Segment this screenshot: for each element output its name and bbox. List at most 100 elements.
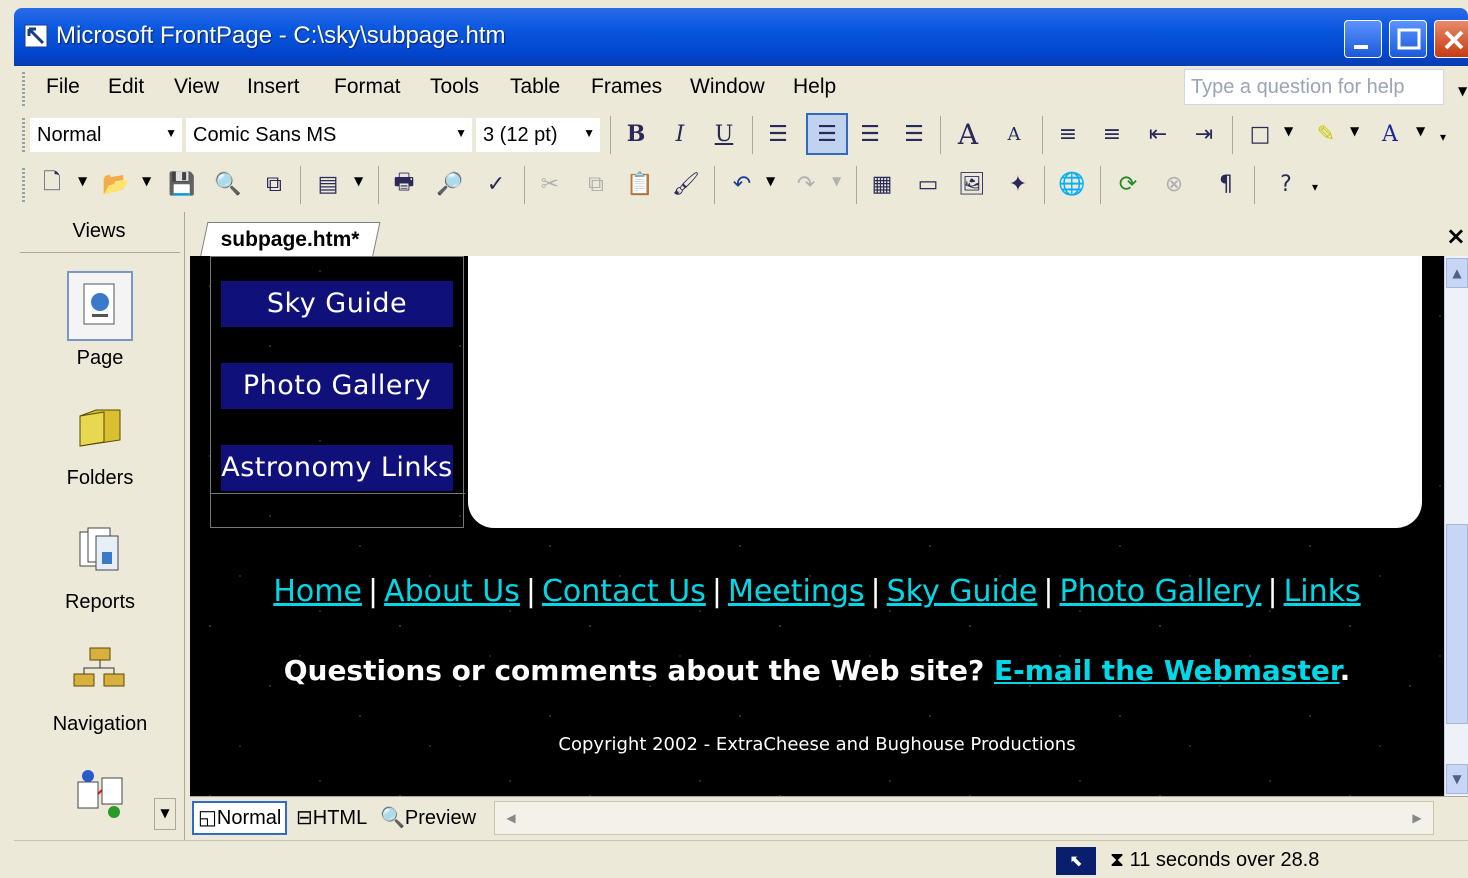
scroll-thumb[interactable] — [1446, 524, 1468, 724]
paste-icon[interactable]: 📋 — [624, 168, 656, 200]
publish-icon[interactable]: ⧉ — [258, 168, 290, 200]
menu-frames[interactable]: Frames — [591, 75, 662, 99]
font-color-icon[interactable]: A — [1374, 118, 1406, 150]
footer-link-photo-gallery[interactable]: Photo Gallery — [1059, 574, 1261, 609]
toolbar-options-icon[interactable]: ▾ — [1312, 180, 1318, 194]
content-panel[interactable] — [468, 256, 1422, 528]
footer-link-meetings[interactable]: Meetings — [728, 574, 865, 609]
menu-grip[interactable] — [22, 72, 25, 106]
formatting-toolbar-grip[interactable] — [22, 118, 25, 152]
menu-format[interactable]: Format — [334, 75, 401, 99]
menu-insert[interactable]: Insert — [247, 75, 300, 99]
redo-icon[interactable]: ↷ — [790, 168, 822, 200]
toggle-pane-icon[interactable]: ▤ — [312, 168, 344, 200]
font-size-select[interactable]: 3 (12 pt) ▼ — [476, 118, 600, 152]
scroll-down-icon[interactable]: ▼ — [1446, 764, 1468, 794]
chevron-down-icon[interactable]: ▼ — [1416, 124, 1425, 138]
nav-button-photo-gallery[interactable]: Photo Gallery — [221, 363, 453, 409]
refresh-icon[interactable]: ⟳ — [1112, 168, 1144, 200]
search-icon[interactable]: 🔍 — [212, 168, 244, 200]
align-right-icon[interactable]: ☰ — [854, 118, 886, 150]
horizontal-scrollbar[interactable]: ◀ ▶ — [494, 801, 1434, 835]
preview-in-browser-icon[interactable]: 🔎 — [434, 168, 466, 200]
justify-icon[interactable]: ☰ — [898, 118, 930, 150]
standard-toolbar-grip[interactable] — [22, 168, 25, 202]
align-center-icon[interactable]: ☰ — [806, 113, 848, 155]
bold-icon[interactable]: B — [620, 118, 652, 150]
chevron-down-icon[interactable]: ▼ — [354, 174, 363, 188]
scroll-right-icon[interactable]: ▶ — [1403, 804, 1431, 832]
italic-icon[interactable]: I — [664, 118, 696, 150]
menu-tools[interactable]: Tools — [430, 75, 479, 99]
close-window-button[interactable] — [1434, 20, 1468, 58]
tab-normal[interactable]: ◱Normal — [192, 801, 288, 835]
footer-link-about-us[interactable]: About Us — [384, 574, 520, 609]
borders-icon[interactable]: □ — [1244, 118, 1276, 150]
minimize-button[interactable] — [1344, 20, 1382, 58]
hyperlink-icon[interactable]: 🌐 — [1056, 168, 1088, 200]
menu-file[interactable]: File — [46, 75, 80, 99]
menu-help[interactable]: Help — [793, 75, 836, 99]
chevron-down-icon[interactable]: ▼ — [1350, 124, 1359, 138]
scroll-left-icon[interactable]: ◀ — [497, 804, 525, 832]
help-question-input[interactable]: Type a question for help — [1184, 69, 1444, 105]
show-all-icon[interactable]: ¶ — [1210, 168, 1242, 200]
chevron-down-icon[interactable]: ▼ — [832, 174, 841, 188]
decrease-indent-icon[interactable]: ⇤ — [1142, 118, 1174, 150]
drawing-icon[interactable]: ✦ — [1002, 168, 1034, 200]
menu-window[interactable]: Window — [690, 75, 765, 99]
format-painter-icon[interactable]: 🖌 — [670, 168, 702, 200]
insert-picture-icon[interactable]: 🖼 — [956, 168, 988, 200]
maximize-button[interactable] — [1389, 20, 1427, 58]
footer-link-links[interactable]: Links — [1284, 574, 1361, 609]
spelling-icon[interactable]: ✓ — [480, 168, 512, 200]
copy-icon[interactable]: ⧉ — [580, 168, 612, 200]
view-reports[interactable]: Reports — [20, 515, 180, 614]
style-select[interactable]: Normal ▼ — [30, 118, 182, 152]
scroll-up-icon[interactable]: ▲ — [1446, 258, 1468, 288]
decrease-font-icon[interactable]: A — [998, 118, 1030, 150]
new-page-icon[interactable]: 🗋 — [36, 168, 68, 200]
nav-button-sky-guide[interactable]: Sky Guide — [221, 281, 453, 327]
increase-indent-icon[interactable]: ⇥ — [1188, 118, 1220, 150]
chevron-down-icon[interactable]: ▼ — [1284, 124, 1293, 138]
cut-icon[interactable]: ✂ — [534, 168, 566, 200]
bullets-icon[interactable]: ≡ — [1096, 118, 1128, 150]
highlight-icon[interactable]: ✎ — [1310, 118, 1342, 150]
footer-link-contact-us[interactable]: Contact Us — [542, 574, 706, 609]
help-dropdown-arrow-icon[interactable]: ▼ — [1458, 84, 1467, 98]
menu-table[interactable]: Table — [510, 75, 560, 99]
view-page[interactable]: Page — [20, 271, 180, 370]
align-left-icon[interactable]: ☰ — [762, 118, 794, 150]
save-icon[interactable]: 💾 — [166, 168, 198, 200]
page-canvas[interactable]: Sky Guide Photo Gallery Astronomy Links … — [190, 256, 1444, 796]
chevron-down-icon[interactable]: ▼ — [142, 174, 151, 188]
nav-button-astronomy-links[interactable]: Astronomy Links — [221, 445, 453, 491]
footer-link-sky-guide[interactable]: Sky Guide — [887, 574, 1038, 609]
menu-edit[interactable]: Edit — [108, 75, 144, 99]
toolbar-options-icon[interactable]: ▾ — [1440, 130, 1446, 144]
help-icon[interactable]: ? — [1270, 168, 1302, 200]
vertical-scrollbar[interactable]: ▲ ▼ — [1444, 256, 1468, 796]
insert-table-icon[interactable]: ▭ — [912, 168, 944, 200]
print-icon[interactable]: 🖶 — [388, 168, 420, 200]
webmaster-email-link[interactable]: E-mail the Webmaster — [994, 654, 1340, 687]
stop-icon[interactable]: ⊗ — [1158, 168, 1190, 200]
font-select[interactable]: Comic Sans MS ▼ — [186, 118, 472, 152]
close-document-icon[interactable]: × — [1446, 222, 1466, 250]
underline-icon[interactable]: U — [708, 118, 740, 150]
web-component-icon[interactable]: ▦ — [866, 168, 898, 200]
chevron-down-icon[interactable]: ▼ — [766, 174, 775, 188]
tab-html[interactable]: ⊟HTML — [292, 801, 371, 835]
numbering-icon[interactable]: ≡ — [1052, 118, 1084, 150]
view-navigation[interactable]: Navigation — [20, 637, 180, 736]
increase-font-icon[interactable]: A — [952, 118, 984, 151]
views-scroll-down-button[interactable]: ▼ — [154, 798, 176, 830]
undo-icon[interactable]: ↶ — [726, 168, 758, 200]
tab-preview[interactable]: 🔍Preview — [376, 801, 480, 835]
menu-view[interactable]: View — [174, 75, 219, 99]
view-folders[interactable]: Folders — [20, 391, 180, 490]
document-tab[interactable]: subpage.htm* — [200, 222, 381, 257]
chevron-down-icon[interactable]: ▼ — [78, 174, 87, 188]
open-icon[interactable]: 📂 — [100, 168, 132, 200]
